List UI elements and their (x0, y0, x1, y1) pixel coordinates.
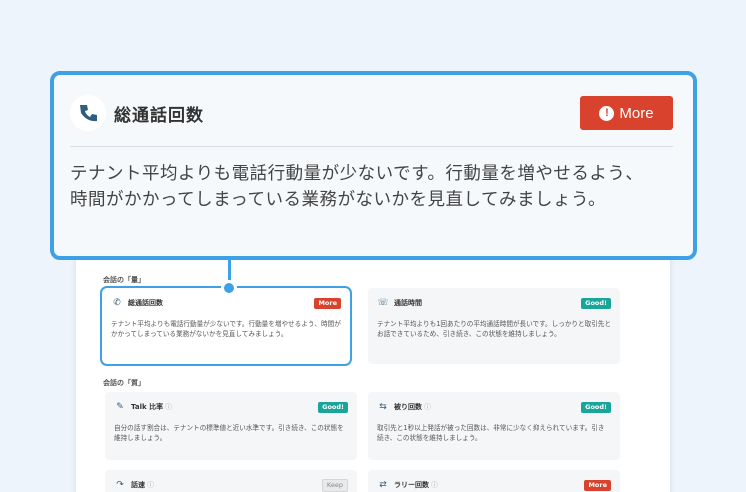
info-icon[interactable]: ⓘ (424, 403, 431, 411)
divider (70, 146, 673, 147)
good-badge[interactable]: Good! (581, 297, 611, 309)
more-badge[interactable]: More (314, 297, 341, 309)
card-talk-ratio[interactable]: ✎ Talk 比率 ⓘ Good! 自分の話す割合は、テナントの標準値と近い水準で… (105, 392, 357, 460)
card-title-text: 被り回数 (394, 403, 422, 411)
callout-body: テナント平均よりも電話行動量が少ないです。行動量を増やせるよう、時間がかかってし… (70, 164, 644, 210)
card-speed[interactable]: ↷ 話速 ⓘ Keep (105, 470, 357, 492)
talk-ratio-icon: ✎ (116, 402, 124, 412)
info-icon[interactable]: ⓘ (147, 481, 154, 489)
info-icon[interactable]: ⓘ (165, 403, 172, 411)
card-title: 被り回数 ⓘ (394, 402, 581, 412)
phone-icon (70, 95, 106, 131)
section-label-quantity: 会話の「量」 (103, 276, 145, 284)
card-title: Talk 比率 ⓘ (131, 402, 318, 412)
callout-title: 総通話回数 (114, 105, 204, 126)
info-icon[interactable]: ⓘ (431, 481, 438, 489)
card-text: 自分の話す割合は、テナントの標準値と近い水準です。引き続き、この状態を維持しまし… (114, 424, 344, 442)
card-total-calls[interactable]: ✆ 総通話回数 More テナント平均よりも電話行動量が少ないです。行動量を増や… (100, 286, 352, 366)
card-rally[interactable]: ⇄ ラリー回数 ⓘ More (368, 470, 620, 492)
speed-icon: ↷ (116, 480, 124, 490)
section-label-quality: 会話の「質」 (103, 379, 145, 387)
card-title-text: ラリー回数 (394, 481, 429, 489)
callout-zoom-panel: 総通話回数 ! More テナント平均よりも電話行動量が少ないです。行動量を増や… (50, 71, 697, 260)
alert-icon: ! (599, 105, 615, 121)
card-title: 総通話回数 (128, 299, 163, 307)
card-text: テナント平均よりも1回あたりの平均通話時間が長いです。しっかりと取引先とお話でき… (377, 320, 611, 338)
card-text: 取引先と1秒以上発話が被った回数は、非常に少なく抑えられています。引き続き、この… (377, 424, 605, 442)
rally-icon: ⇄ (379, 480, 387, 490)
callout-header: 総通話回数 ! More (70, 93, 673, 133)
callout-connector-dot (221, 280, 237, 296)
card-text: テナント平均よりも電話行動量が少ないです。行動量を増やせるよう、時間がかかってし… (111, 320, 341, 338)
card-title: ラリー回数 ⓘ (394, 480, 584, 490)
more-button[interactable]: ! More (580, 96, 673, 130)
phone-icon: ✆ (113, 298, 121, 308)
card-title: 通話時間 (394, 299, 422, 307)
more-button-label: More (619, 104, 654, 122)
overlap-icon: ⇆ (379, 402, 387, 412)
good-badge[interactable]: Good! (318, 401, 348, 413)
more-badge[interactable]: More (584, 479, 611, 491)
keep-badge[interactable]: Keep (321, 478, 348, 492)
good-badge[interactable]: Good! (581, 401, 611, 413)
phone-time-icon: ☏ (377, 298, 389, 308)
card-overlap[interactable]: ⇆ 被り回数 ⓘ Good! 取引先と1秒以上発話が被った回数は、非常に少なく抑え… (368, 392, 620, 460)
report-sheet: 会話の「量」 ✆ 総通話回数 More テナント平均よりも電話行動量が少ないです… (76, 248, 670, 492)
card-title-text: 話速 (131, 481, 145, 489)
card-title: 話速 ⓘ (131, 480, 322, 490)
card-title-text: Talk 比率 (131, 403, 164, 411)
card-call-time[interactable]: ☏ 通話時間 Good! テナント平均よりも1回あたりの平均通話時間が長いです。… (368, 288, 620, 364)
